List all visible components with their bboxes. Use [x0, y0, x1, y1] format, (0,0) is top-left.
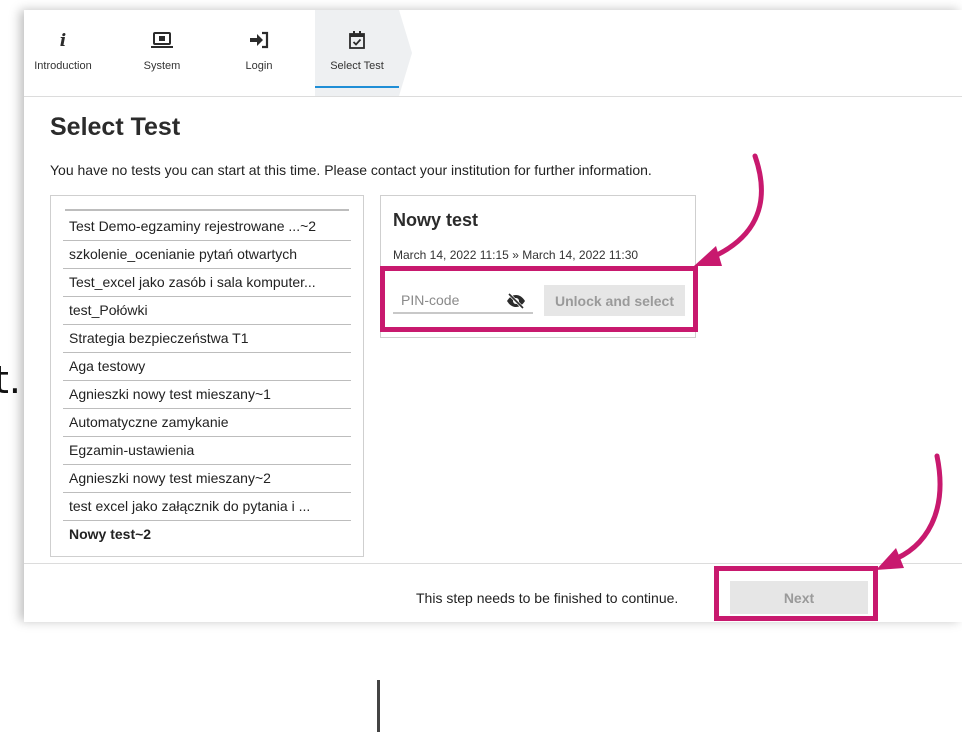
laptop-icon [122, 30, 202, 50]
active-step-underline [315, 86, 399, 88]
test-list-item[interactable]: Test_excel jako zasób i sala komputer... [63, 269, 351, 297]
step-label: Select Test [330, 60, 384, 72]
step-introduction[interactable]: i Introduction [24, 10, 102, 96]
login-arrow-icon [219, 30, 299, 50]
list-top-divider [65, 209, 349, 211]
test-list-item[interactable]: Aga testowy [63, 353, 351, 381]
background-text: t. [0, 358, 21, 402]
scrollbar[interactable] [377, 680, 380, 732]
test-list-item[interactable]: Agnieszki nowy test mieszany~2 [63, 465, 351, 493]
wizard-steps: i Introduction System Login Select Test [24, 10, 962, 97]
test-list-item[interactable]: Agnieszki nowy test mieszany~1 [63, 381, 351, 409]
step-label: Login [245, 60, 273, 72]
test-list-item[interactable]: test excel jako załącznik do pytania i .… [63, 493, 351, 521]
step-select-test[interactable]: Select Test [315, 10, 412, 96]
calendar-check-icon [315, 30, 399, 50]
highlight-box-next [714, 566, 878, 621]
test-list-item[interactable]: Automatyczne zamykanie [63, 409, 351, 437]
footer-message: This step needs to be finished to contin… [416, 590, 679, 606]
step-login[interactable]: Login [219, 10, 299, 96]
step-label: System [143, 60, 181, 72]
test-list-item[interactable]: Strategia bezpieczeństwa T1 [63, 325, 351, 353]
info-message: You have no tests you can start at this … [50, 162, 652, 178]
test-list-item[interactable]: Egzamin-ustawienia [63, 437, 351, 465]
test-list-item[interactable]: test_Połówki [63, 297, 351, 325]
step-label: Introduction [34, 60, 92, 72]
test-title: Nowy test [393, 210, 479, 230]
highlight-box-pin [380, 266, 698, 332]
test-date-range: March 14, 2022 11:15 » March 14, 2022 11… [393, 248, 639, 262]
test-list[interactable]: Test Demo-egzaminy rejestrowane ...~2 szk… [50, 195, 380, 732]
info-icon: i [24, 30, 102, 51]
test-list-item[interactable]: Test Demo-egzaminy rejestrowane ...~2 [63, 213, 351, 241]
step-system[interactable]: System [122, 10, 202, 96]
page-title: Select Test [50, 113, 181, 141]
test-list-item[interactable]: szkolenie_ocenianie pytań otwartych [63, 241, 351, 269]
svg-text:i: i [60, 31, 66, 50]
test-list-item[interactable]: Nowy test~2 [63, 521, 351, 549]
